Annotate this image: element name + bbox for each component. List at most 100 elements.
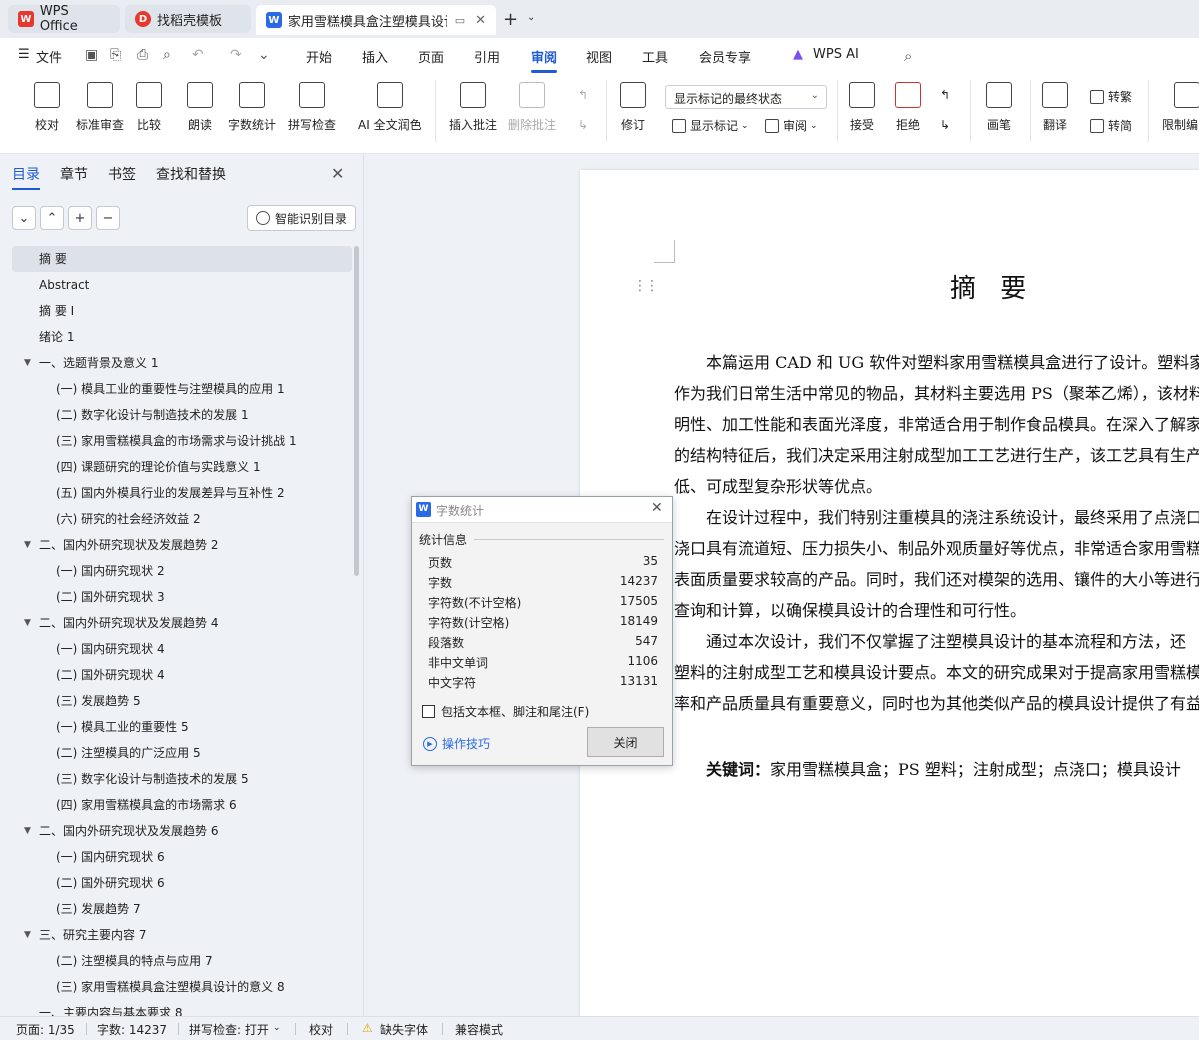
toc-item[interactable]: (三) 发展趋势 7: [12, 896, 352, 922]
nav-tab-bookmark[interactable]: 书签: [108, 164, 136, 184]
nav-tab-toc[interactable]: 目录: [12, 164, 40, 190]
read-aloud-button[interactable]: 朗读: [187, 82, 213, 133]
menu-insert[interactable]: 插入: [362, 47, 388, 66]
toc-item[interactable]: (四) 课题研究的理论价值与实践意义 1: [12, 454, 352, 480]
to-simplified-button[interactable]: 转简: [1090, 117, 1132, 134]
toc-item[interactable]: ▼ 三、研究主要内容 7: [12, 922, 352, 948]
toc-item[interactable]: (六) 研究的社会经济效益 2: [12, 506, 352, 532]
chevron-down-icon[interactable]: ⌄: [273, 1023, 281, 1033]
toc-item[interactable]: (二) 国外研究现状 6: [12, 870, 352, 896]
nav-tab-find-replace[interactable]: 查找和替换: [156, 164, 226, 184]
status-words[interactable]: 字数: 14237: [97, 1021, 167, 1038]
standard-review-button[interactable]: 标准审查: [76, 82, 124, 133]
close-icon[interactable]: ✕: [651, 500, 663, 516]
save-icon[interactable]: ▣: [85, 47, 98, 63]
toc-item[interactable]: (三) 家用雪糕模具盒注塑模具设计的意义 8: [12, 974, 352, 1000]
pen-button[interactable]: 画笔: [986, 82, 1012, 133]
close-button[interactable]: 关闭: [587, 727, 664, 757]
chevron-down-icon[interactable]: ⌄: [527, 12, 535, 23]
dialog-title-bar[interactable]: W 字数统计 ✕: [412, 497, 672, 523]
smart-toc-button[interactable]: 智能识别目录: [247, 205, 357, 231]
toc-item[interactable]: (二) 数字化设计与制造技术的发展 1: [12, 402, 352, 428]
accept-button[interactable]: 接受: [849, 82, 875, 133]
toc-item[interactable]: (三) 数字化设计与制造技术的发展 5: [12, 766, 352, 792]
insert-comment-button[interactable]: 插入批注: [449, 82, 497, 133]
next-comment-icon[interactable]: ↳: [578, 118, 588, 132]
proofread-button[interactable]: 校对: [34, 82, 60, 133]
toc-item[interactable]: (二) 注塑模具的广泛应用 5: [12, 740, 352, 766]
redo-icon[interactable]: ↷: [230, 47, 242, 63]
toc-item[interactable]: (四) 家用雪糕模具盒的市场需求 6: [12, 792, 352, 818]
toc-item[interactable]: (一) 国内研究现状 4: [12, 636, 352, 662]
hamburger-icon[interactable]: ☰: [18, 47, 30, 62]
new-tab-icon[interactable]: +: [503, 9, 518, 30]
tab-document[interactable]: W 家用雪糕模具盒注塑模具设计 ▭ ✕: [256, 5, 496, 35]
close-tab-icon[interactable]: ✕: [475, 13, 486, 28]
to-traditional-button[interactable]: 转繁: [1090, 88, 1132, 105]
export-icon[interactable]: ⎘: [110, 47, 121, 63]
menu-member[interactable]: 会员专享: [699, 47, 751, 66]
menu-home[interactable]: 开始: [306, 47, 332, 66]
toc-item[interactable]: 摘 要: [12, 246, 352, 272]
translate-button[interactable]: 翻译: [1042, 82, 1068, 133]
markup-state-dropdown[interactable]: 显示标记的最终状态 ⌄: [665, 85, 827, 109]
chevron-down-icon[interactable]: ⌄: [258, 47, 270, 63]
menu-wps-ai[interactable]: WPS AI: [813, 47, 859, 62]
print-icon[interactable]: ⎙: [137, 47, 148, 63]
toc-item[interactable]: (二) 注塑模具的特点与应用 7: [12, 948, 352, 974]
include-textbox-checkbox[interactable]: 包括文本框、脚注和尾注(F): [422, 703, 589, 720]
tab-wps-office[interactable]: W WPS Office: [8, 4, 120, 34]
next-change-icon[interactable]: ↳: [940, 118, 950, 132]
restrict-edit-button[interactable]: 限制编: [1162, 82, 1199, 133]
menu-page[interactable]: 页面: [418, 47, 444, 66]
reject-button[interactable]: 拒绝: [895, 82, 921, 133]
toc-item[interactable]: (一) 国内研究现状 6: [12, 844, 352, 870]
menu-view[interactable]: 视图: [586, 47, 612, 66]
prev-change-icon[interactable]: ↰: [940, 88, 950, 102]
close-icon[interactable]: ✕: [331, 164, 344, 183]
toc-item[interactable]: (一) 国内研究现状 2: [12, 558, 352, 584]
menu-review[interactable]: 审阅: [531, 47, 557, 66]
remove-icon[interactable]: −: [96, 206, 120, 230]
menu-file[interactable]: 文件: [36, 47, 62, 66]
undo-icon[interactable]: ↶: [192, 47, 204, 63]
toc-scrollbar[interactable]: [354, 246, 359, 576]
caret-down-icon[interactable]: ▼: [24, 350, 31, 376]
search-icon[interactable]: ⌕: [904, 47, 912, 65]
caret-down-icon[interactable]: ▼: [24, 922, 31, 948]
add-icon[interactable]: +: [68, 206, 92, 230]
word-count-button[interactable]: 字数统计: [228, 82, 276, 133]
toc-item[interactable]: ▼ 二、国内外研究现状及发展趋势 2: [12, 532, 352, 558]
drag-handle-icon[interactable]: ⋮⋮: [633, 278, 659, 294]
toc-item[interactable]: 绪论 1: [12, 324, 352, 350]
print-preview-icon[interactable]: ⌕: [163, 47, 171, 63]
status-spell-check[interactable]: 拼写检查: 打开: [189, 1021, 269, 1038]
delete-comment-button[interactable]: 删除批注: [508, 82, 556, 133]
toc-item[interactable]: ▼ 二、国内外研究现状及发展趋势 4: [12, 610, 352, 636]
track-changes-button[interactable]: 修订: [620, 82, 646, 133]
tab-docer[interactable]: D 找稻壳模板: [125, 5, 251, 33]
prev-comment-icon[interactable]: ↰: [578, 88, 588, 102]
collapse-up-icon[interactable]: ⌃: [40, 206, 64, 230]
toc-item[interactable]: (三) 家用雪糕模具盒的市场需求与设计挑战 1: [12, 428, 352, 454]
spell-check-button[interactable]: 拼写检查: [288, 82, 336, 133]
expand-down-icon[interactable]: ⌄: [12, 206, 36, 230]
status-page[interactable]: 页面: 1/35: [16, 1021, 75, 1038]
toc-item[interactable]: (二) 国外研究现状 4: [12, 662, 352, 688]
toc-item[interactable]: ▼ 二、国内外研究现状及发展趋势 6: [12, 818, 352, 844]
toc-item[interactable]: (二) 国外研究现状 3: [12, 584, 352, 610]
toc-item[interactable]: Abstract: [12, 272, 352, 298]
tips-link[interactable]: ▶ 操作技巧: [423, 735, 490, 752]
caret-down-icon[interactable]: ▼: [24, 818, 31, 844]
nav-tab-chapter[interactable]: 章节: [60, 164, 88, 184]
toc-item[interactable]: (一) 模具工业的重要性 5: [12, 714, 352, 740]
show-markup-button[interactable]: 显示标记 ⌄: [672, 117, 749, 134]
toc-item[interactable]: (一) 模具工业的重要性与注塑模具的应用 1: [12, 376, 352, 402]
toc-item[interactable]: ▼ 一、选题背景及意义 1: [12, 350, 352, 376]
review-pane-button[interactable]: 审阅 ⌄: [765, 117, 818, 134]
caret-down-icon[interactable]: ▼: [24, 532, 31, 558]
ai-polish-button[interactable]: AI 全文润色: [358, 82, 422, 133]
menu-tools[interactable]: 工具: [642, 47, 668, 66]
toc-item[interactable]: (三) 发展趋势 5: [12, 688, 352, 714]
caret-down-icon[interactable]: ▼: [24, 610, 31, 636]
